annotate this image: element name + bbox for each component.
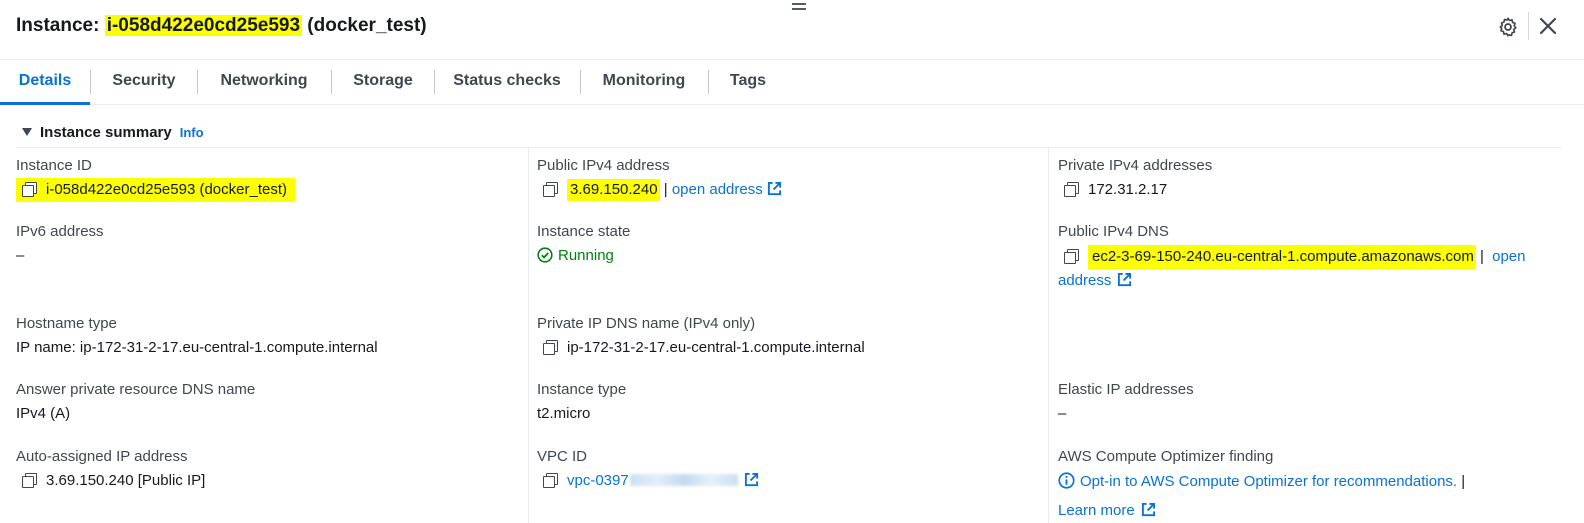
- open-address-link[interactable]: open address: [672, 181, 763, 198]
- public-dns-open-link[interactable]: open: [1492, 248, 1525, 265]
- panel-title: Instance: i-058d422e0cd25e593 (docker_te…: [16, 15, 427, 37]
- public-dns-open-link-wrap[interactable]: address: [1058, 272, 1132, 289]
- ipv6-label: IPv6 address: [16, 223, 104, 240]
- column-divider: [1048, 148, 1049, 523]
- private-ipv4-text: 172.31.2.17: [1088, 181, 1168, 198]
- copy-icon[interactable]: [1064, 182, 1079, 197]
- auto-ip-value: 3.69.150.240 [Public IP]: [22, 472, 205, 489]
- tab-divider: [708, 70, 709, 94]
- instance-id-highlight: i-058d422e0cd25e593 (docker_test): [16, 178, 296, 202]
- auto-ip-label: Auto-assigned IP address: [16, 448, 188, 465]
- copy-icon[interactable]: [1064, 249, 1079, 264]
- optimizer-label: AWS Compute Optimizer finding: [1058, 448, 1274, 465]
- tab-status-checks[interactable]: Status checks: [442, 60, 572, 105]
- title-prefix: Instance:: [16, 15, 105, 36]
- tab-divider: [434, 70, 435, 94]
- public-ipv4-value: 3.69.150.240 | open address: [543, 179, 782, 201]
- private-ipv4-value: 172.31.2.17: [1064, 181, 1167, 198]
- caret-down-icon: [22, 128, 32, 136]
- vpc-id-label: VPC ID: [537, 448, 588, 465]
- section-divider: [16, 147, 1561, 148]
- public-dns-value: ec2-3-69-150-240.eu-central-1.compute.am…: [1064, 245, 1525, 269]
- title-instance-id: i-058d422e0cd25e593: [104, 15, 303, 36]
- tab-divider: [331, 70, 332, 94]
- external-link-icon[interactable]: [767, 181, 782, 196]
- public-ipv4-separator: |: [659, 181, 672, 198]
- instance-state-text: Running: [558, 247, 614, 264]
- drag-handle-icon[interactable]: [792, 3, 806, 11]
- external-link-icon[interactable]: [1141, 502, 1156, 517]
- tab-divider: [90, 70, 91, 94]
- private-dns-value: ip-172-31-2-17.eu-central-1.compute.inte…: [543, 339, 865, 356]
- hostname-type-value: IP name: ip-172-31-2-17.eu-central-1.com…: [16, 339, 378, 356]
- instance-id-text: i-058d422e0cd25e593 (docker_test): [46, 181, 288, 198]
- info-link[interactable]: Info: [180, 125, 204, 140]
- private-dns-label: Private IP DNS name (IPv4 only): [537, 315, 756, 332]
- instance-state-label: Instance state: [537, 223, 631, 240]
- instance-id-value: i-058d422e0cd25e593 (docker_test): [16, 178, 296, 202]
- tab-monitoring[interactable]: Monitoring: [588, 60, 700, 105]
- panel-header: Instance: i-058d422e0cd25e593 (docker_te…: [0, 0, 1584, 60]
- redacted-blur: [629, 474, 738, 486]
- copy-icon[interactable]: [543, 473, 558, 488]
- elastic-ip-label: Elastic IP addresses: [1058, 381, 1194, 398]
- answer-dns-value: IPv4 (A): [16, 405, 71, 422]
- answer-dns-label: Answer private resource DNS name: [16, 381, 256, 398]
- auto-ip-text: 3.69.150.240 [Public IP]: [46, 472, 206, 489]
- title-instance-name: (docker_test): [302, 15, 427, 36]
- tab-divider: [197, 70, 198, 94]
- instance-type-value: t2.micro: [537, 405, 591, 422]
- optimizer-optin-link[interactable]: Opt-in to AWS Compute Optimizer for reco…: [1080, 473, 1457, 490]
- instance-id-label: Instance ID: [16, 157, 92, 174]
- tab-details[interactable]: Details: [0, 60, 90, 105]
- gear-icon[interactable]: [1497, 16, 1519, 38]
- public-ipv4-label: Public IPv4 address: [537, 157, 670, 174]
- ipv6-value: –: [16, 247, 25, 264]
- private-dns-text: ip-172-31-2-17.eu-central-1.compute.inte…: [567, 339, 865, 356]
- section-heading: Instance summary: [40, 124, 172, 141]
- elastic-ip-value: –: [1058, 405, 1067, 422]
- vpc-id-link[interactable]: vpc-0397: [567, 472, 629, 489]
- public-dns-separator: |: [1475, 248, 1489, 265]
- private-ipv4-label: Private IPv4 addresses: [1058, 157, 1213, 174]
- public-ipv4-text: 3.69.150.240: [567, 179, 660, 201]
- optimizer-separator: |: [1457, 473, 1466, 490]
- learn-more-wrap[interactable]: Learn more: [1058, 502, 1156, 519]
- copy-icon[interactable]: [543, 182, 558, 197]
- tab-storage[interactable]: Storage: [338, 60, 428, 105]
- public-dns-text: ec2-3-69-150-240.eu-central-1.compute.am…: [1088, 245, 1476, 269]
- public-dns-label: Public IPv4 DNS: [1058, 223, 1169, 240]
- tab-tags[interactable]: Tags: [716, 60, 780, 105]
- instance-state-value: Running: [537, 247, 614, 264]
- instance-summary-toggle[interactable]: Instance summary Info: [22, 124, 204, 141]
- info-icon: [1058, 472, 1075, 489]
- close-icon[interactable]: [1538, 16, 1558, 36]
- column-divider: [528, 148, 529, 523]
- vpc-id-value: vpc-0397: [543, 472, 759, 489]
- tab-divider: [580, 70, 581, 94]
- copy-icon[interactable]: [22, 473, 37, 488]
- optimizer-value: Opt-in to AWS Compute Optimizer for reco…: [1058, 472, 1465, 490]
- external-link-icon[interactable]: [744, 472, 759, 487]
- external-link-icon[interactable]: [1117, 272, 1132, 287]
- header-divider: [1528, 12, 1529, 40]
- copy-icon[interactable]: [22, 182, 37, 197]
- tab-bar: Details Security Networking Storage Stat…: [0, 60, 1584, 105]
- learn-more-link[interactable]: Learn more: [1058, 502, 1135, 519]
- hostname-type-label: Hostname type: [16, 315, 117, 332]
- copy-icon[interactable]: [543, 340, 558, 355]
- check-circle-icon: [537, 247, 553, 263]
- public-dns-address-link[interactable]: address: [1058, 272, 1111, 289]
- instance-type-label: Instance type: [537, 381, 627, 398]
- tab-networking[interactable]: Networking: [205, 60, 323, 105]
- tab-security[interactable]: Security: [98, 60, 190, 105]
